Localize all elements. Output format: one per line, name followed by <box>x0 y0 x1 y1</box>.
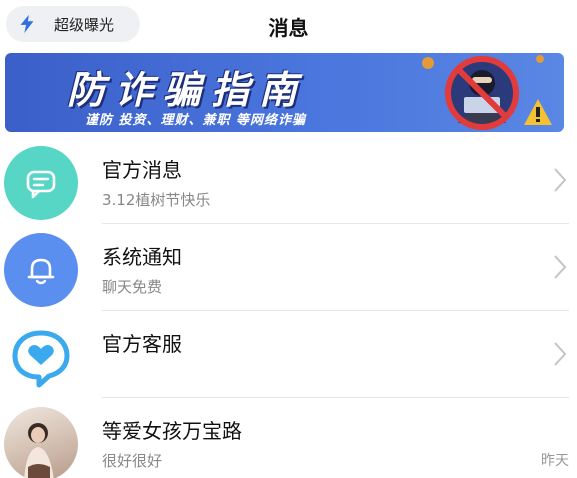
list-item-user-chat[interactable]: 等爱女孩万宝路 很好很好 昨天 <box>0 398 577 478</box>
banner-subline: 谨防 投资、理财、兼职 等网络诈骗 <box>85 113 307 128</box>
page-title: 消息 <box>268 16 309 40</box>
fraud-warning-illustration <box>422 55 552 130</box>
official-news-avatar <box>4 146 78 220</box>
item-timestamp: 昨天 <box>541 453 569 469</box>
item-subtitle: 聊天免费 <box>102 278 163 296</box>
item-subtitle: 3.12植树节快乐 <box>102 191 211 209</box>
chevron-right-icon <box>554 342 567 366</box>
item-subtitle: 很好很好 <box>102 452 163 470</box>
anti-fraud-banner[interactable]: 防诈骗指南 谨防 投资、理财、兼职 等网络诈骗 <box>5 53 564 132</box>
item-title: 官方消息 <box>102 158 182 182</box>
item-title: 等爱女孩万宝路 <box>102 419 242 443</box>
item-title: 官方客服 <box>102 332 182 356</box>
heart-bubble-icon <box>12 330 70 388</box>
person-photo-icon <box>24 423 54 478</box>
user-avatar <box>4 407 78 478</box>
list-item-official-news[interactable]: 官方消息 3.12植树节快乐 <box>0 137 577 224</box>
chevron-right-icon <box>554 255 567 279</box>
chevron-right-icon <box>554 168 567 192</box>
customer-service-avatar <box>4 320 78 394</box>
chat-bubble-icon <box>26 170 56 199</box>
message-list: 官方消息 3.12植树节快乐 系统通知 聊天免费 官方客服 等爱女孩万宝路 很好… <box>0 137 577 478</box>
bell-icon <box>27 258 55 285</box>
item-title: 系统通知 <box>102 245 182 269</box>
list-item-customer-service[interactable]: 官方客服 <box>0 311 577 398</box>
banner-headline: 防诈骗指南 <box>67 68 308 112</box>
top-bar: 超级曝光 消息 <box>0 0 577 50</box>
list-item-system-notice[interactable]: 系统通知 聊天免费 <box>0 224 577 311</box>
system-notice-avatar <box>4 233 78 307</box>
